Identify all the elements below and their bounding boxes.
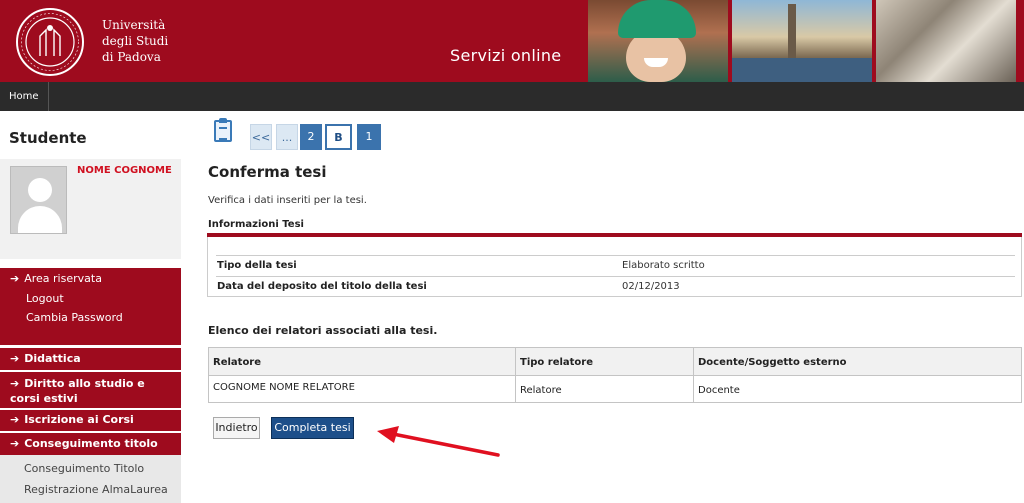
sidebar-item-label: Conseguimento titolo (24, 437, 158, 450)
arrow-right-icon: ➔ (10, 377, 20, 390)
pager-current-step: B (325, 124, 352, 150)
column-divider (515, 348, 516, 402)
annotation-arrow-icon (377, 426, 500, 457)
header-photo-sculpture (876, 0, 1016, 82)
pager-step-2[interactable]: 2 (300, 124, 322, 150)
relatori-title: Elenco dei relatori associati alla tesi. (208, 324, 438, 337)
column-header: Docente/Soggetto esterno (698, 357, 847, 368)
app-root: Università degli Studi di Padova Servizi… (0, 0, 1024, 503)
photo-statue (788, 4, 796, 64)
header: Università degli Studi di Padova Servizi… (0, 0, 1024, 82)
arrow-right-icon: ➔ (10, 272, 20, 285)
photo-hat (618, 0, 696, 38)
arrow-right-icon: ➔ (10, 413, 20, 426)
table-cell: COGNOME NOME RELATORE (213, 382, 355, 393)
column-divider (693, 348, 694, 402)
info-key: Data del deposito del titolo della tesi (217, 281, 427, 292)
column-header: Tipo relatore (520, 357, 594, 368)
university-line-2: degli Studi (102, 34, 169, 48)
sidebar-item-iscrizione-corsi[interactable]: ➔ Iscrizione ai Corsi (0, 410, 181, 431)
clipboard-icon (214, 118, 232, 142)
user-profile: NOME COGNOME (0, 159, 181, 259)
sidebar-title: Studente (9, 129, 87, 147)
sub-link-conseguimento-titolo[interactable]: Conseguimento Titolo (24, 462, 144, 475)
sidebar-item-label: Didattica (24, 352, 81, 365)
logout-link[interactable]: Logout (26, 292, 64, 305)
sidebar-item-label: Diritto allo studio e corsi estivi (10, 377, 145, 405)
pager-first-button[interactable]: << (250, 124, 272, 150)
change-password-link[interactable]: Cambia Password (26, 311, 123, 324)
info-value: Elaborato scritto (622, 260, 705, 271)
university-line-1: Università (102, 18, 166, 32)
pager-ellipsis: ... (276, 124, 298, 150)
avatar-head (28, 178, 52, 202)
relatori-table: Relatore Tipo relatore Docente/Soggetto … (208, 347, 1022, 403)
info-row: Tipo della tesi Elaborato scritto (216, 255, 1015, 276)
user-name: NOME COGNOME (77, 165, 172, 176)
top-navbar: Home (0, 82, 1024, 111)
info-row: Data del deposito del titolo della tesi … (216, 276, 1015, 297)
sidebar: Studente NOME COGNOME ➔ Area riservata Lo… (0, 111, 181, 503)
back-button[interactable]: Indietro (213, 417, 260, 439)
university-seal-icon (16, 8, 84, 76)
sub-link-registrazione-almalaurea[interactable]: Registrazione AlmaLaurea (24, 483, 168, 496)
page-description: Verifica i dati inseriti per la tesi. (208, 195, 367, 206)
sidebar-item-conseguimento-titolo[interactable]: ➔ Conseguimento titolo (0, 433, 181, 455)
arrow-right-icon: ➔ (10, 437, 20, 450)
sidebar-item-didattica[interactable]: ➔ Didattica (0, 348, 181, 370)
pager-step-1[interactable]: 1 (357, 124, 381, 150)
header-photo-student (588, 0, 728, 82)
avatar (10, 166, 67, 234)
sidebar-item-diritto-studio[interactable]: ➔ Diritto allo studio e corsi estivi (0, 372, 181, 408)
page-title: Conferma tesi (208, 163, 327, 181)
services-title: Servizi online (450, 46, 562, 65)
main-content: << ... 2 B 1 Conferma tesi Verifica i da… (207, 111, 1024, 503)
photo-canal (732, 58, 872, 82)
table-header: Relatore Tipo relatore Docente/Soggetto … (209, 348, 1021, 376)
university-line-3: di Padova (102, 50, 161, 64)
avatar-body (18, 206, 62, 233)
info-section-title: Informazioni Tesi (208, 219, 304, 230)
header-photo-city (732, 0, 872, 82)
table-cell: Relatore (520, 385, 562, 396)
nav-home-link[interactable]: Home (0, 82, 49, 111)
sub-menu-conseguimento: Conseguimento Titolo Registrazione AlmaL… (0, 455, 181, 503)
sidebar-item-area-riservata[interactable]: ➔ Area riservata (10, 272, 102, 285)
reserved-area-menu: ➔ Area riservata Logout Cambia Password (0, 268, 181, 345)
sidebar-item-label: Area riservata (24, 272, 102, 285)
table-cell: Docente (698, 385, 740, 396)
sidebar-item-label: Iscrizione ai Corsi (24, 413, 134, 426)
university-name: Università degli Studi di Padova (102, 17, 168, 65)
column-header: Relatore (213, 357, 262, 368)
complete-thesis-button[interactable]: Completa tesi (271, 417, 354, 439)
info-key: Tipo della tesi (217, 260, 297, 271)
thesis-info-box: Tipo della tesi Elaborato scritto Data d… (207, 237, 1022, 297)
info-value: 02/12/2013 (622, 281, 680, 292)
arrow-right-icon: ➔ (10, 352, 20, 365)
